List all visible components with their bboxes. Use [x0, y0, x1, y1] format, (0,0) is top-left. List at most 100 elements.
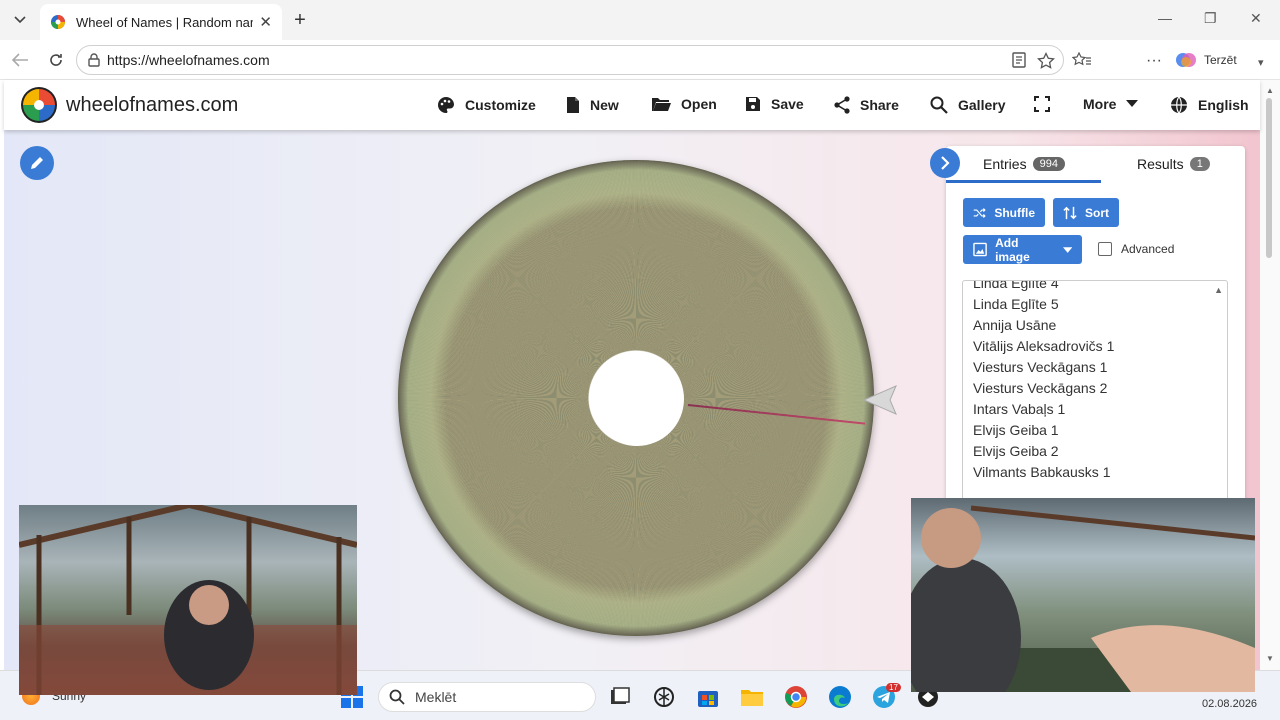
close-window-icon[interactable]: ✕: [1250, 10, 1262, 27]
new-tab-icon[interactable]: +: [288, 8, 312, 32]
reader-mode-icon[interactable]: [1012, 52, 1026, 68]
save-icon: [746, 97, 760, 111]
globe-icon: [1171, 96, 1187, 114]
edge-icon[interactable]: [828, 685, 852, 709]
scrollbar-thumb[interactable]: [1266, 98, 1272, 258]
copilot-label: Terzēt: [1204, 53, 1237, 67]
advanced-checkbox[interactable]: Advanced: [1098, 242, 1174, 256]
search-icon: [389, 689, 405, 705]
site-info-icon[interactable]: [86, 52, 102, 68]
pavilion-scene-image: [19, 505, 357, 695]
list-item: Intars Vabaļs 1: [973, 401, 1066, 417]
scrollbar-down-icon[interactable]: ▼: [1266, 654, 1274, 663]
tab-list-chevron-icon[interactable]: [6, 6, 34, 34]
share-icon: [834, 96, 850, 114]
webcam-overlay-right: [911, 498, 1255, 692]
panel-tabs: Entries 994 Results 1: [946, 146, 1245, 183]
save-button[interactable]: Save: [745, 96, 804, 112]
dropdown-caret-icon: [1062, 246, 1072, 253]
wheel-center[interactable]: [590, 352, 684, 446]
telegram-badge: 17: [886, 683, 901, 692]
minimize-icon[interactable]: —: [1158, 10, 1172, 26]
entries-tab-label: Entries: [983, 156, 1027, 172]
results-count-badge: 1: [1189, 157, 1210, 171]
folder-open-icon: [652, 98, 671, 111]
taskbar-search[interactable]: Meklēt: [378, 682, 596, 712]
scrollbar-up-icon[interactable]: ▲: [1266, 86, 1274, 95]
webcam-overlay-left: [19, 505, 357, 695]
list-item: Viesturs Veckāgans 2: [973, 380, 1108, 396]
language-button[interactable]: English: [1170, 96, 1249, 114]
sidebar-chevron-icon[interactable]: ▾: [1258, 56, 1264, 69]
customize-button[interactable]: Customize: [437, 96, 536, 114]
entries-count-badge: 994: [1032, 157, 1065, 171]
list-item: Annija Usāne: [973, 317, 1057, 333]
browser-tab-bar: Wheel of Names | Random name p ✕ + — ❐ ✕: [0, 0, 1280, 40]
browser-tab[interactable]: Wheel of Names | Random name p ✕: [40, 4, 282, 40]
address-bar-row: https://wheelofnames.com ···: [0, 40, 1280, 111]
sort-label: Sort: [1085, 205, 1109, 220]
results-tab-label: Results: [1137, 156, 1184, 172]
advanced-checkbox-box[interactable]: [1098, 242, 1112, 256]
restore-icon[interactable]: ❐: [1204, 10, 1217, 27]
search-icon: [930, 96, 948, 114]
url-field[interactable]: https://wheelofnames.com: [76, 45, 1064, 75]
favorites-icon[interactable]: [1072, 52, 1092, 68]
favicon-icon: [51, 15, 65, 29]
fullscreen-button[interactable]: [1034, 96, 1060, 112]
add-image-button[interactable]: Add image: [963, 235, 1082, 264]
page-scrollbar[interactable]: ▲ ▼: [1260, 80, 1280, 670]
chevron-right-icon: [941, 156, 950, 170]
open-button[interactable]: Open: [651, 96, 717, 112]
scroll-up-icon[interactable]: ▲: [1214, 285, 1223, 295]
chrome-icon[interactable]: [784, 685, 808, 709]
open-label: Open: [681, 96, 717, 112]
list-item: Viesturs Veckāgans 1: [973, 359, 1108, 375]
list-item: Elvijs Geiba 2: [973, 443, 1059, 459]
close-tab-icon[interactable]: ✕: [259, 13, 272, 31]
list-item: Vitālijs Aleksadrovičs 1: [973, 338, 1115, 354]
pencil-icon: [31, 157, 43, 169]
reload-icon[interactable]: [44, 48, 68, 72]
copilot-icon: [1176, 53, 1196, 67]
site-logo[interactable]: [20, 86, 58, 124]
fullscreen-icon: [1034, 96, 1050, 112]
image-icon: [973, 242, 987, 257]
collapse-panel-button[interactable]: [930, 148, 960, 178]
file-explorer-icon[interactable]: [740, 685, 764, 709]
list-item: Elvijs Geiba 1: [973, 422, 1059, 438]
active-tab-underline: [946, 180, 1101, 183]
url-text: https://wheelofnames.com: [107, 52, 270, 68]
edit-pencil-button[interactable]: [20, 146, 54, 180]
list-item: Linda Eglīte 4: [973, 280, 1059, 291]
share-button[interactable]: Share: [834, 96, 899, 114]
gallery-label: Gallery: [958, 97, 1006, 113]
chatgpt-icon[interactable]: [652, 685, 676, 709]
pavilion-closeup-image: [911, 505, 1255, 692]
more-options-icon[interactable]: ···: [1146, 52, 1162, 70]
sort-button[interactable]: Sort: [1053, 198, 1119, 227]
save-label: Save: [771, 96, 804, 112]
tab-title: Wheel of Names | Random name p: [76, 14, 253, 30]
shuffle-icon: [973, 207, 986, 218]
new-button[interactable]: New: [566, 96, 619, 114]
list-item: Vilmants Babkausks 1: [973, 464, 1111, 480]
tab-entries[interactable]: Entries 994: [983, 156, 1065, 172]
gallery-button[interactable]: Gallery: [930, 96, 1005, 114]
copilot-button[interactable]: Terzēt: [1174, 46, 1254, 74]
palette-icon: [438, 97, 454, 113]
store-icon[interactable]: [696, 685, 720, 709]
more-menu-button[interactable]: More: [1083, 96, 1139, 112]
shuffle-button[interactable]: Shuffle: [963, 198, 1045, 227]
sort-icon: [1063, 206, 1077, 219]
new-label: New: [590, 97, 619, 113]
task-view-icon[interactable]: [608, 685, 632, 709]
entries-list: Linda Eglīte 4 Linda Eglīte 5 Annija Usā…: [973, 280, 1115, 483]
back-icon[interactable]: [8, 48, 32, 72]
tab-results[interactable]: Results 1: [1137, 156, 1210, 172]
add-image-label: Add image: [995, 235, 1030, 264]
wheel-pointer-arrow: [862, 385, 897, 415]
site-title[interactable]: wheelofnames.com: [66, 94, 238, 117]
favorite-star-icon[interactable]: [1037, 52, 1055, 70]
caret-down-icon: [1126, 100, 1139, 107]
